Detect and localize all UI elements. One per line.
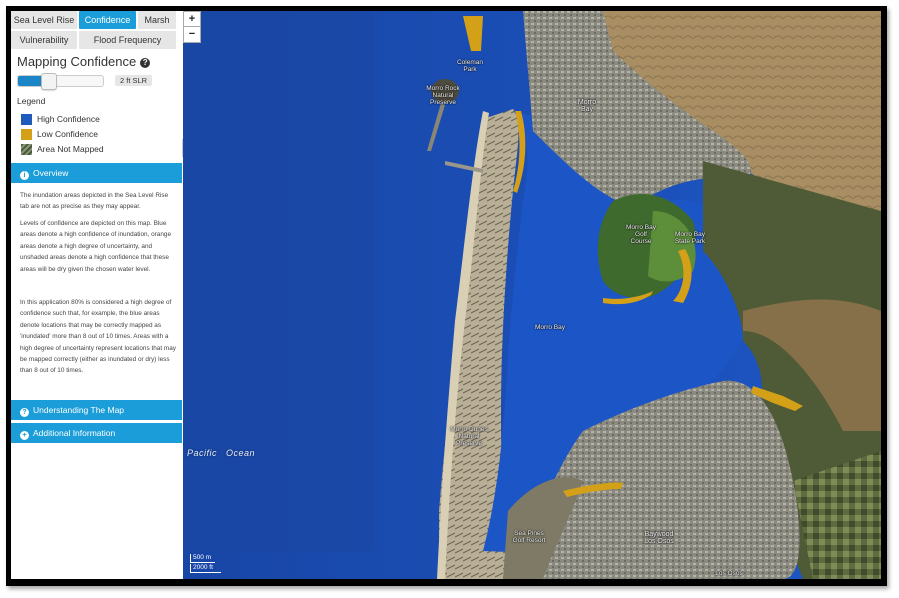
legend-item-low: Low Confidence	[21, 129, 98, 140]
label-pacific-ocean: Pacific Ocean	[187, 448, 256, 458]
legend-swatch-high	[21, 114, 32, 125]
tab-flood-frequency[interactable]: Flood Frequency	[79, 31, 176, 49]
tab-row-2: Vulnerability Flood Frequency	[11, 31, 176, 49]
label-golf-course: Morro Bay Golf Course	[626, 224, 656, 245]
legend-item-not-mapped: Area Not Mapped	[21, 144, 104, 155]
overview-paragraph-1: The inundation areas depicted in the Sea…	[20, 192, 169, 211]
slider-handle[interactable]	[40, 73, 57, 90]
map-view[interactable]: + − Coleman Park Morro Rock Natural Pres…	[183, 11, 881, 579]
slr-value-label: 2 ft SLR	[115, 75, 153, 86]
panel-title-text: Mapping Confidence	[17, 54, 137, 69]
additional-header[interactable]: + Additional Information	[11, 423, 182, 443]
tab-marsh[interactable]: Marsh	[138, 11, 176, 29]
tab-vulnerability[interactable]: Vulnerability	[11, 31, 77, 49]
tab-sea-level-rise[interactable]: Sea Level Rise	[11, 11, 77, 29]
slr-slider[interactable]	[17, 73, 104, 90]
label-coleman-park: Coleman Park	[456, 59, 483, 73]
slider-fill	[18, 76, 44, 86]
additional-label: Additional Information	[33, 428, 116, 438]
label-morro-bay-city: Morro Bay	[577, 99, 597, 113]
legend-item-high: High Confidence	[21, 114, 100, 125]
legend-title: Legend	[17, 96, 46, 106]
label-baywood: Baywood Los Osos	[644, 531, 674, 545]
zoom-out-button[interactable]: −	[183, 26, 201, 43]
understanding-header[interactable]: ? Understanding The Map	[11, 400, 182, 420]
label-morro-dunes: Morro Dunes Natural Preserve	[450, 426, 488, 447]
overview-paragraph-3: In this application 80% is considered a …	[20, 299, 176, 375]
label-morro-rock: Morro Rock Natural Preserve	[426, 85, 460, 106]
scale-bar-metric: 500 m	[190, 554, 215, 563]
sidebar: Sea Level Rise Confidence Marsh Vulnerab…	[11, 11, 182, 579]
info-icon: i	[20, 171, 29, 180]
tab-confidence[interactable]: Confidence	[79, 11, 136, 29]
legend-label-low: Low Confidence	[37, 129, 98, 139]
legend-swatch-not-mapped	[21, 144, 32, 155]
overview-header[interactable]: i Overview	[11, 163, 182, 183]
understanding-label: Understanding The Map	[33, 405, 125, 415]
question-circle-icon[interactable]: ?	[140, 58, 151, 68]
app-container: Sea Level Rise Confidence Marsh Vulnerab…	[11, 11, 881, 579]
plus-icon: +	[20, 431, 29, 440]
tab-row-1: Sea Level Rise Confidence Marsh	[11, 11, 176, 29]
label-state-park: Morro Bay State Park	[674, 231, 706, 245]
label-sea-pines: Sea Pines Golf Resort	[512, 530, 546, 544]
label-los-osos: Los Osos	[715, 570, 743, 577]
question-icon: ?	[20, 408, 29, 417]
legend-label-not-mapped: Area Not Mapped	[37, 144, 104, 154]
scale-bar-imperial: 2000 ft	[190, 564, 221, 573]
overview-label: Overview	[33, 168, 69, 178]
overview-paragraph-2: Levels of confidence are depicted on thi…	[20, 220, 172, 273]
panel-title: Mapping Confidence?	[17, 54, 151, 69]
legend-label-high: High Confidence	[37, 114, 100, 124]
satellite-imagery	[183, 11, 881, 579]
label-morro-bay-water: Morro Bay	[535, 324, 565, 331]
legend-swatch-low	[21, 129, 32, 140]
